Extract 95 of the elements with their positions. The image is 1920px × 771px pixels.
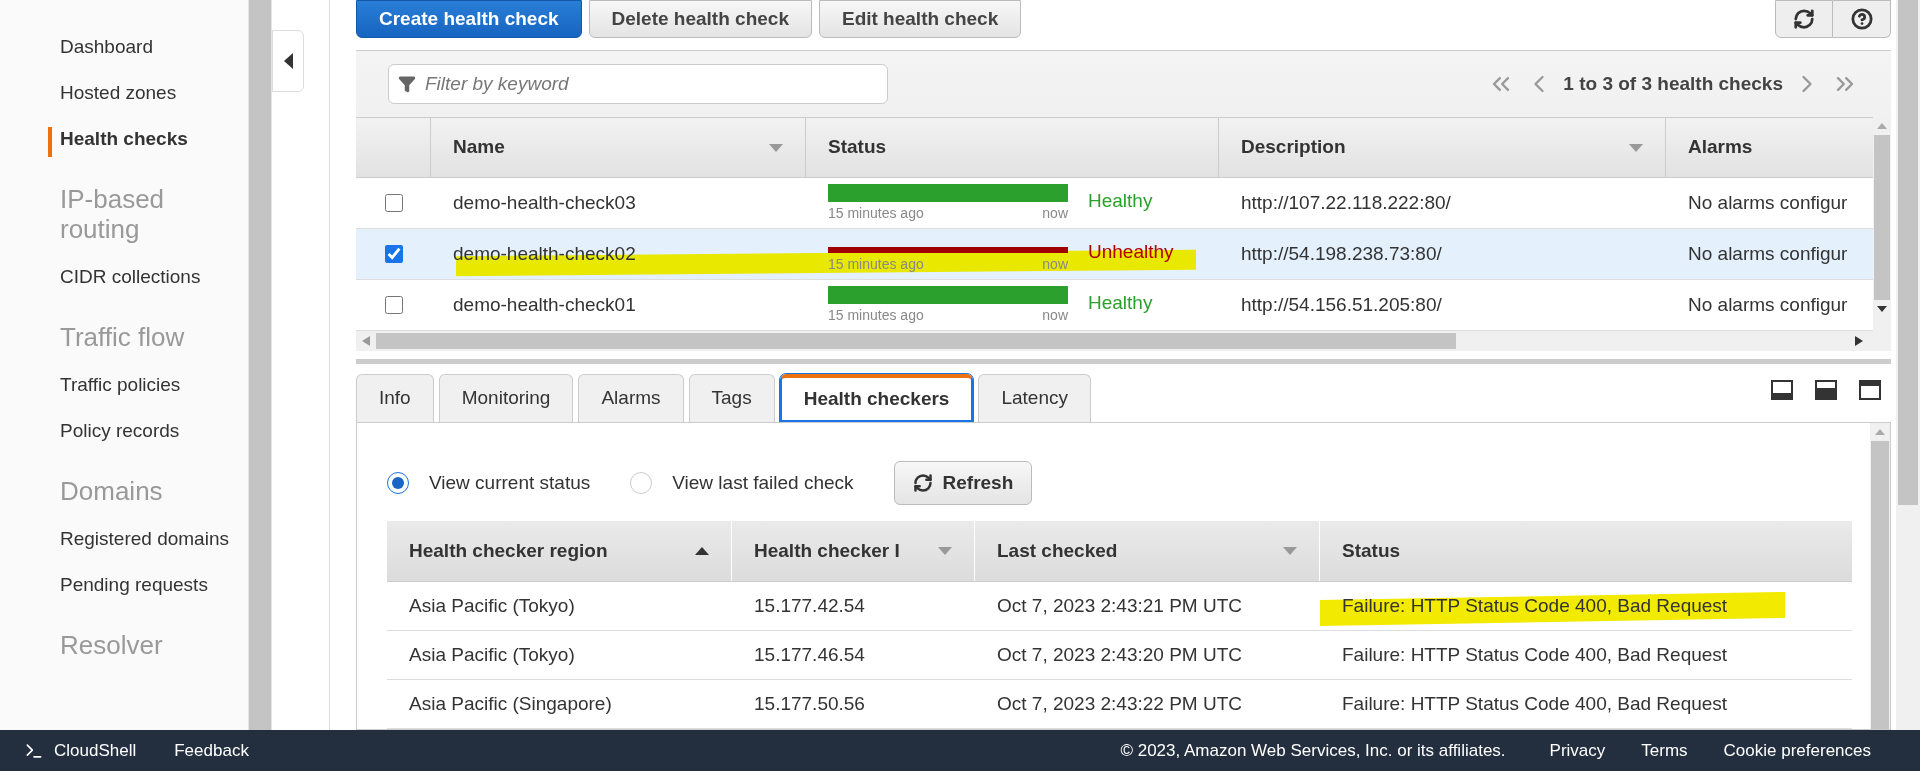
table-cell: Failure: HTTP Status Code 400, Bad Request: [1342, 594, 1728, 616]
caret-down-icon: [769, 143, 783, 152]
sidebar-item[interactable]: Policy records: [60, 408, 240, 454]
tab[interactable]: Info: [356, 374, 434, 422]
tab[interactable]: Alarms: [578, 374, 684, 422]
refresh-button[interactable]: Refresh: [893, 461, 1033, 505]
column-header[interactable]: Status: [806, 118, 1219, 178]
time-label: 15 minutes ago: [828, 255, 924, 274]
table-cell-text: Asia Pacific (Tokyo): [408, 642, 576, 667]
caret-down-icon: [938, 547, 952, 555]
scroll-left-icon[interactable]: [362, 336, 370, 347]
refresh-icon: [912, 473, 933, 493]
tab[interactable]: Latency: [978, 374, 1091, 422]
sidebar-heading: Resolver: [60, 630, 164, 660]
table-cell-text: 15.177.42.54: [753, 593, 866, 618]
pagination-label: 1 to 3 of 3 health checks: [1563, 71, 1783, 96]
status-label: Healthy: [1088, 290, 1153, 315]
active-indicator: [48, 127, 52, 157]
table-cell-text: 15.177.46.54: [753, 642, 866, 667]
sidebar-item[interactable]: Registered domains: [60, 516, 240, 562]
primary-button[interactable]: Create health check: [356, 0, 582, 38]
sidebar-heading: Domains: [60, 476, 164, 506]
sidebar-heading: IP-based routing: [60, 184, 166, 244]
footer-link[interactable]: Feedback: [174, 737, 249, 764]
footer-link[interactable]: Cookie preferences: [1723, 737, 1871, 764]
sidebar-item[interactable]: Dashboard: [60, 24, 240, 70]
row-checkbox[interactable]: [384, 245, 403, 264]
caret-down-icon: [1629, 143, 1643, 152]
time-label: now: [1042, 255, 1068, 274]
column-header[interactable]: Alarms: [1666, 118, 1873, 178]
sidebar-item[interactable]: CIDR collections: [60, 254, 240, 300]
scroll-right-icon[interactable]: [1855, 336, 1863, 347]
sidebar-item[interactable]: Pending requests: [60, 562, 240, 608]
row-checkbox[interactable]: [384, 194, 403, 213]
table-cell-text: http://107.22.118.222:80/: [1240, 190, 1452, 215]
help-icon: [1850, 8, 1873, 30]
collapse-sidebar-button[interactable]: [272, 30, 304, 92]
copyright-text: © 2023, Amazon Web Services, Inc. or its affiliates.: [1120, 739, 1506, 762]
table-cell-text: 15.177.50.56: [753, 691, 866, 716]
scrollbar-thumb[interactable]: [376, 333, 1456, 350]
column-header[interactable]: Name: [431, 118, 806, 178]
caret-left-icon: [283, 53, 293, 69]
table-cell: Failure: HTTP Status Code 400, Bad Request: [1342, 643, 1728, 665]
radio-label[interactable]: View current status: [429, 468, 591, 498]
column-header[interactable]: Health checker region: [387, 521, 732, 581]
sidebar-item[interactable]: Health checks: [60, 116, 240, 162]
table-cell: Failure: HTTP Status Code 400, Bad Request: [1342, 692, 1728, 714]
table-cell-text: demo-health-check01: [452, 292, 637, 317]
column-header[interactable]: Last checked: [975, 521, 1320, 581]
time-label: now: [1042, 306, 1068, 325]
layout-bottom-icon[interactable]: [1771, 380, 1793, 400]
column-header[interactable]: Health checker I: [732, 521, 975, 581]
column-header[interactable]: Status: [1320, 521, 1852, 581]
sidebar-item[interactable]: Hosted zones: [60, 70, 240, 116]
table-cell-text: Asia Pacific (Singapore): [408, 691, 613, 716]
layout-top-icon[interactable]: [1859, 380, 1881, 400]
table-cell-text: http://54.198.238.73:80/: [1240, 241, 1443, 266]
footer-link[interactable]: Privacy: [1549, 737, 1606, 764]
time-label: now: [1042, 204, 1068, 223]
table-cell-text: No alarms configur: [1687, 292, 1849, 317]
table-cell-text: demo-health-check03: [452, 190, 637, 215]
table-cell-text: Oct 7, 2023 2:43:22 PM UTC: [996, 691, 1243, 716]
toolbar-button[interactable]: Delete health check: [588, 0, 812, 38]
footer-link[interactable]: CloudShell: [24, 737, 137, 764]
refresh-button[interactable]: [1775, 0, 1833, 38]
table-cell-text: No alarms configur: [1687, 241, 1849, 266]
radio-label[interactable]: View last failed check: [672, 468, 854, 498]
table-cell-text: http://54.156.51.205:80/: [1240, 292, 1443, 317]
sort-ascending-icon: [695, 547, 709, 555]
scrollbar-thumb[interactable]: [1874, 135, 1890, 301]
table-cell-text: Oct 7, 2023 2:43:21 PM UTC: [996, 593, 1243, 618]
sidebar-item[interactable]: Traffic policies: [60, 362, 240, 408]
scrollbar-thumb[interactable]: [1898, 0, 1918, 505]
refresh-icon: [1793, 8, 1815, 30]
toolbar-button[interactable]: Edit health check: [818, 0, 1022, 38]
caret-down-icon: [1283, 547, 1297, 555]
filter-icon: [398, 75, 416, 94]
status-label: Healthy: [1088, 188, 1153, 213]
layout-middle-icon[interactable]: [1815, 380, 1837, 400]
time-label: 15 minutes ago: [828, 306, 924, 325]
tab[interactable]: Monitoring: [438, 374, 574, 422]
time-label: 15 minutes ago: [828, 204, 924, 223]
scrollbar-thumb[interactable]: [1871, 441, 1889, 729]
filter-field[interactable]: Filter by keyword: [388, 64, 888, 105]
tab[interactable]: Health checkers: [779, 374, 974, 422]
column-header[interactable]: Description: [1219, 118, 1666, 178]
row-checkbox[interactable]: [384, 296, 403, 315]
sidebar-heading: Traffic flow: [60, 322, 186, 352]
table-cell-text: Oct 7, 2023 2:43:20 PM UTC: [996, 642, 1243, 667]
help-button[interactable]: [1833, 0, 1891, 38]
tab[interactable]: Tags: [688, 374, 775, 422]
table-cell-text: Asia Pacific (Tokyo): [408, 593, 576, 618]
scroll-down-icon[interactable]: [1877, 306, 1887, 313]
footer-link[interactable]: Terms: [1641, 737, 1688, 764]
table-cell-text: No alarms configur: [1687, 190, 1849, 215]
